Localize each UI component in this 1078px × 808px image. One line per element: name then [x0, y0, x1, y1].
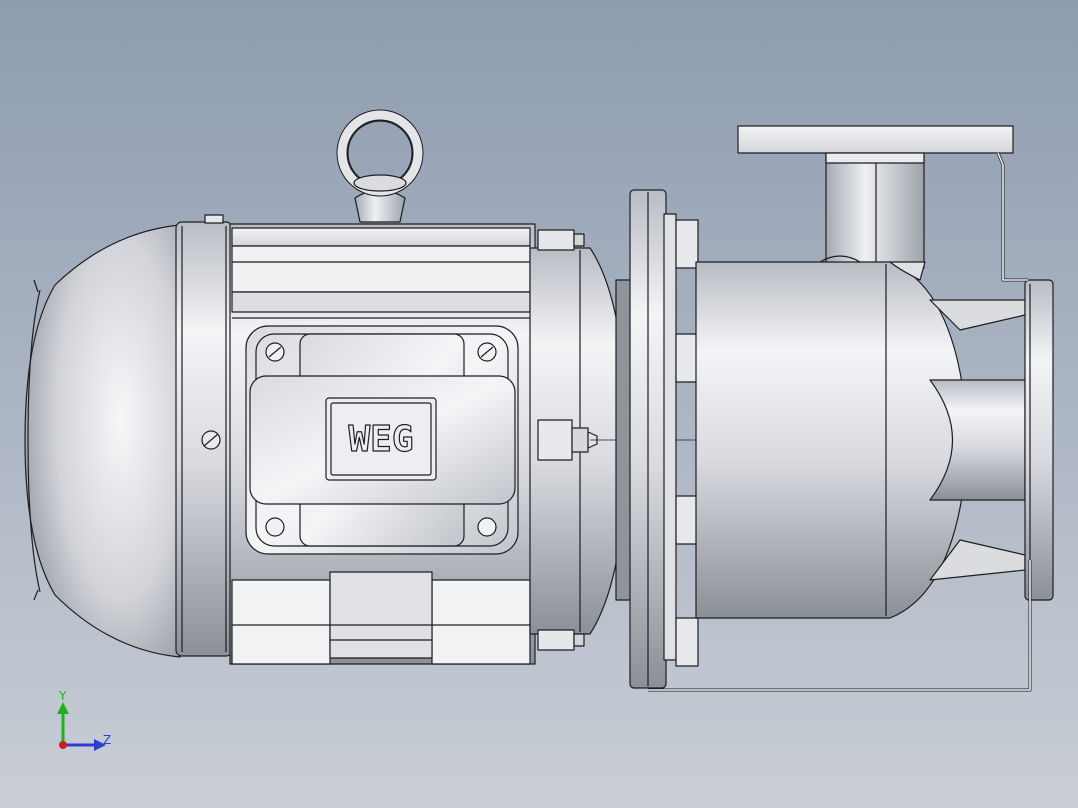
pump-casing[interactable] — [695, 261, 969, 619]
motor-foot-right[interactable] — [431, 579, 531, 665]
terminal-screw-icon — [265, 517, 285, 537]
pump-model-view[interactable]: WEG Y Z — [0, 0, 1078, 808]
flange-bolt — [537, 229, 575, 251]
rear-ring-tab — [204, 214, 224, 224]
suction-flange[interactable] — [1024, 279, 1054, 601]
motor-top-fin — [231, 227, 531, 247]
flange-bolt-head — [573, 233, 585, 247]
triad-z-label: Z — [103, 733, 111, 747]
discharge-pipe[interactable] — [825, 149, 925, 269]
flange-nut — [675, 617, 699, 667]
motor-foot-left[interactable] — [231, 579, 331, 665]
eye-bolt-collar — [353, 174, 407, 192]
motor-foot-center — [329, 571, 433, 659]
triad-x-origin — [59, 741, 67, 749]
triad-y-label: Y — [58, 689, 67, 703]
cad-viewport[interactable]: WEG Y Z — [0, 0, 1078, 808]
motor-top-fin — [231, 245, 531, 293]
terminal-screw-icon — [477, 517, 497, 537]
flange-nut — [675, 333, 699, 383]
cable-gland[interactable] — [537, 419, 573, 461]
motor-top-fin — [231, 291, 531, 313]
flange-nut — [675, 495, 699, 545]
discharge-flange[interactable] — [737, 125, 1014, 154]
discharge-flange-neck — [825, 152, 925, 164]
flange-bolt-head — [573, 633, 585, 647]
flange-bolt — [537, 629, 575, 651]
cable-gland-nut — [571, 427, 589, 453]
flange-nut — [675, 219, 699, 269]
flange-step — [663, 213, 677, 661]
weg-logo: WEG — [348, 419, 413, 460]
